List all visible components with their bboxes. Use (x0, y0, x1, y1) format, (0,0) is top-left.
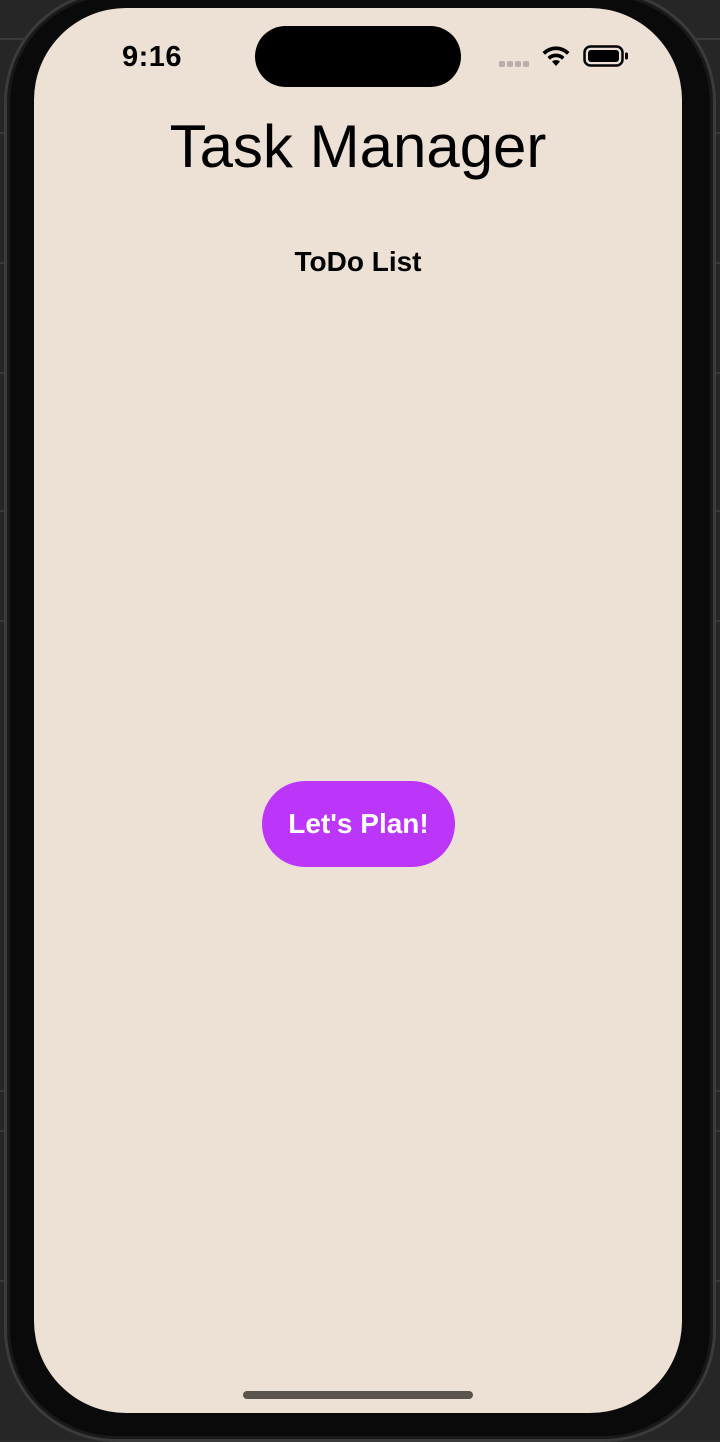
home-indicator[interactable] (243, 1391, 473, 1399)
dynamic-island (255, 26, 461, 87)
section-heading: ToDo List (294, 246, 422, 277)
page-title: Task Manager (169, 113, 547, 180)
cellular-signal-icon (499, 61, 531, 67)
app-screen: 9:16 Task Manager ToDo List Let's Plan! (34, 8, 682, 1413)
lets-plan-button[interactable]: Let's Plan! (262, 781, 455, 867)
status-bar-time: 9:16 (122, 41, 183, 73)
battery-icon (583, 45, 628, 67)
wifi-icon (542, 46, 570, 66)
